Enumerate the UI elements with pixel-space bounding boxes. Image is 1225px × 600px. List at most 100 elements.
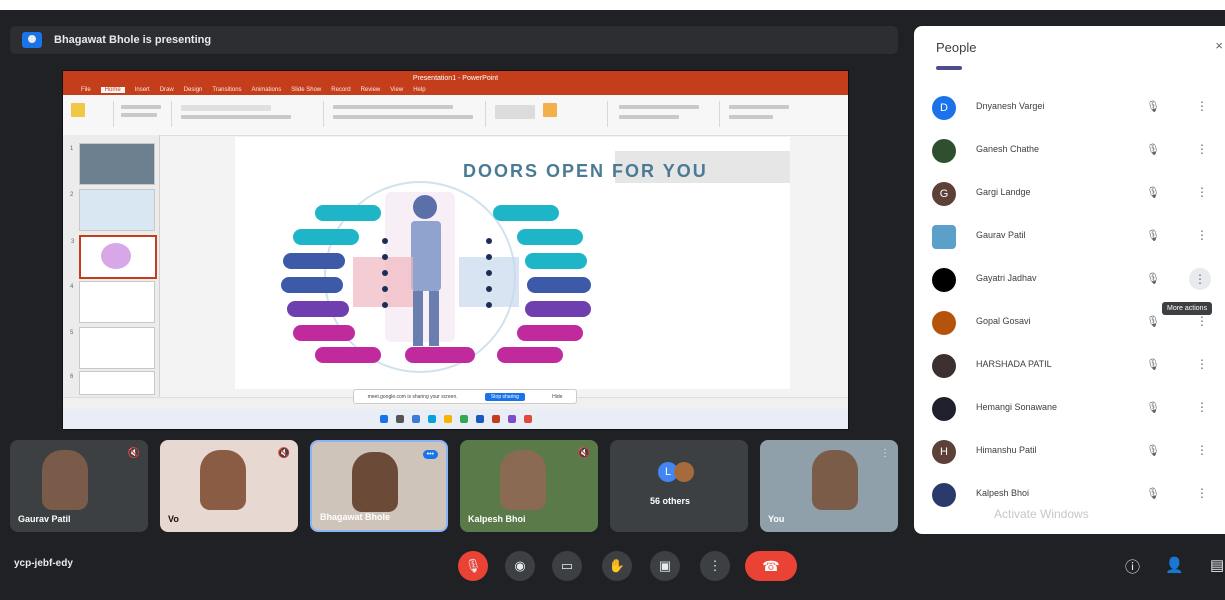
more-vert-icon[interactable]: ⋮	[700, 551, 730, 581]
more-vert-icon[interactable]: ⋮	[1196, 314, 1208, 328]
participant-tile[interactable]: 🔇 Gaurav Patil	[10, 440, 148, 532]
participant-name: Gargi Landge	[976, 187, 1031, 197]
taskbar-app-icon[interactable]	[411, 415, 420, 423]
start-icon[interactable]	[379, 415, 388, 423]
more-vert-icon[interactable]: ⋮	[1196, 400, 1208, 414]
participant-video	[500, 450, 546, 510]
participant-name: Bhagawat Bhole	[320, 512, 391, 522]
participant-row[interactable]: Gopal Gosavi 🎙 ⋮	[914, 303, 1225, 343]
taskbar-app-icon[interactable]	[507, 415, 516, 423]
participant-video	[200, 450, 246, 510]
present-icon[interactable]: ▣	[650, 551, 680, 581]
slide-thumb-5[interactable]: 5	[70, 327, 155, 369]
thumb-number: 1	[70, 146, 74, 152]
edge-icon[interactable]	[427, 415, 436, 423]
ribbon-tab-draw: Draw	[159, 87, 174, 93]
more-vert-icon[interactable]: ⋮	[1196, 357, 1208, 371]
participant-row[interactable]: Hemangi Sonawane 🎙 ⋮	[914, 389, 1225, 429]
slide-thumb-4[interactable]: 4	[70, 281, 155, 323]
participant-name: Gopal Gosavi	[976, 316, 1031, 326]
participant-row[interactable]: Gaurav Patil 🎙 ⋮	[914, 217, 1225, 257]
participant-name: HARSHADA PATIL	[976, 359, 1052, 369]
ribbon-tab-record: Record	[331, 87, 351, 93]
avatar	[932, 225, 956, 249]
ppt-ribbon-tabs: File Home Insert Draw Design Transitions…	[63, 85, 848, 95]
ribbon-control	[729, 105, 789, 109]
mic-off-icon[interactable]: 🎙	[458, 551, 488, 581]
career-diagram	[281, 181, 591, 373]
paste-icon	[71, 103, 85, 117]
participant-row[interactable]: Ganesh Chathe 🎙 ⋮	[914, 131, 1225, 171]
shared-screen[interactable]: Presentation1 - PowerPoint File Home Ins…	[62, 70, 849, 430]
word-icon[interactable]	[475, 415, 484, 423]
more-icon[interactable]: ⋮	[880, 448, 890, 459]
thumb-number: 5	[70, 330, 74, 336]
thumb-number: 4	[70, 284, 74, 290]
mic-off-icon: 🎙	[1146, 230, 1160, 242]
avatar	[932, 268, 956, 292]
participant-name: Dnyanesh Vargei	[976, 101, 1045, 111]
participant-tile[interactable]: 🔇 Vo	[160, 440, 298, 532]
more-vert-icon[interactable]: ⋮	[1189, 268, 1211, 290]
camera-icon[interactable]: ◉	[505, 551, 535, 581]
mic-off-icon: 🎙	[1146, 273, 1160, 285]
more-vert-icon[interactable]: ⋮	[1196, 142, 1208, 156]
slide-thumb-1[interactable]: 1	[70, 143, 155, 185]
presenting-text: Bhagawat Bhole is presenting	[54, 34, 212, 46]
more-vert-icon[interactable]: ⋮	[1196, 228, 1208, 242]
participant-row[interactable]: HARSHADA PATIL 🎙 ⋮	[914, 346, 1225, 386]
more-vert-icon[interactable]: ⋮	[1196, 486, 1208, 500]
avatar	[932, 483, 956, 507]
activate-windows-watermark: Activate Windows	[994, 507, 1089, 521]
people-icon[interactable]: 👤	[1165, 556, 1184, 574]
raise-hand-icon[interactable]: ✋	[602, 551, 632, 581]
paragraph-controls	[333, 105, 453, 109]
ribbon-tab-review: Review	[360, 87, 381, 93]
speaking-indicator-icon: •••	[422, 450, 438, 459]
powerpoint-icon[interactable]	[491, 415, 500, 423]
end-call-button[interactable]: ☎	[745, 551, 797, 581]
folder-icon[interactable]	[443, 415, 452, 423]
ribbon-tab-help: Help	[413, 87, 426, 93]
participant-row[interactable]: Gayatri Jadhav 🎙 ⋮	[914, 260, 1225, 300]
info-icon[interactable]: ⓘ	[1125, 556, 1140, 577]
ribbon-tab-insert: Insert	[134, 87, 150, 93]
participant-name: Hemangi Sonawane	[976, 402, 1058, 412]
participant-row[interactable]: D Dnyanesh Vargei 🎙 ⋮	[914, 88, 1225, 128]
slide-thumb-3[interactable]: 3	[71, 235, 157, 279]
thumb-number: 6	[70, 374, 74, 380]
more-vert-icon[interactable]: ⋮	[1196, 99, 1208, 113]
presentation-icon	[22, 32, 42, 48]
others-tile[interactable]: L 56 others	[610, 440, 748, 532]
participant-row[interactable]: G Gargi Landge 🎙 ⋮	[914, 174, 1225, 214]
font-controls	[181, 115, 291, 119]
participant-tile[interactable]: 🔇 Kalpesh Bhoi	[460, 440, 598, 532]
slide-thumb-2[interactable]: 2	[70, 189, 155, 231]
ribbon-tab-home: Home	[100, 87, 125, 93]
search-icon[interactable]	[395, 415, 404, 423]
self-tile[interactable]: ⋮ You	[760, 440, 898, 532]
editing-controls	[619, 105, 699, 109]
more-vert-icon[interactable]: ⋮	[1196, 443, 1208, 457]
participant-tile-speaking[interactable]: ••• Bhagawat Bhole	[310, 440, 448, 532]
slide-thumb-6[interactable]: 6	[70, 371, 155, 395]
close-icon[interactable]: ×	[1215, 38, 1223, 53]
current-slide[interactable]: DOORS OPEN FOR YOU	[235, 137, 790, 389]
taskbar-app-icon[interactable]	[523, 415, 532, 423]
mic-off-icon: 🔇	[277, 448, 290, 459]
mic-off-icon: 🎙	[1146, 359, 1160, 371]
chat-icon[interactable]: ▤	[1210, 556, 1224, 574]
mic-off-icon: 🎙	[1146, 402, 1160, 414]
mic-off-icon: 🔇	[577, 448, 590, 459]
avatar	[932, 311, 956, 335]
more-vert-icon[interactable]: ⋮	[1196, 185, 1208, 199]
mic-off-icon: 🔇	[127, 448, 140, 459]
participant-row[interactable]: H Himanshu Patil 🎙 ⋮	[914, 432, 1225, 472]
editing-controls	[619, 115, 679, 119]
hide-button[interactable]: Hide	[552, 394, 562, 400]
stop-sharing-button[interactable]: Stop sharing	[484, 392, 525, 401]
ribbon-tab-slideshow: Slide Show	[291, 87, 322, 93]
participant-name: You	[768, 514, 785, 524]
chrome-icon[interactable]	[459, 415, 468, 423]
captions-icon[interactable]: ▭	[552, 551, 582, 581]
